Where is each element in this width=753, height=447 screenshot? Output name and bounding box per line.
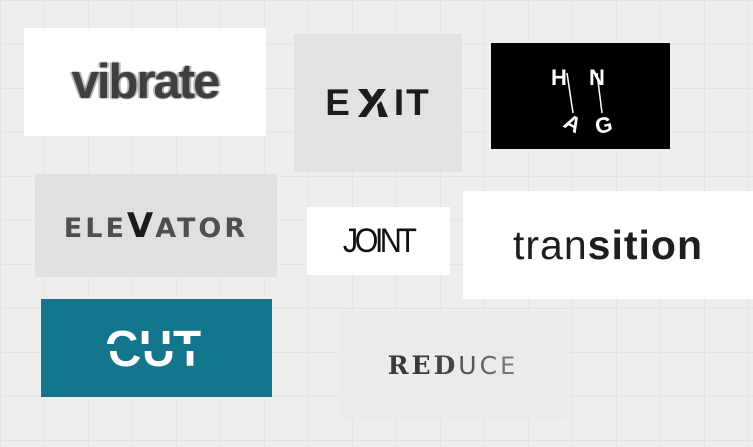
elevator-tile: ELE V ATOR (35, 174, 277, 277)
exit-broken-x-icon (357, 89, 388, 117)
cut-tile: C U T C U T (41, 299, 272, 397)
reduce-letter-e: E (411, 350, 434, 380)
hang-letter-g: G (593, 111, 615, 139)
reduce-letter-d: D (433, 350, 459, 380)
hang-letter-h: H (551, 65, 567, 90)
reduce-letter-c: C (479, 350, 501, 380)
vibrate-tile: vibrate (24, 28, 266, 136)
exit-letters-it: IT (393, 82, 431, 123)
transition-tile: transition (463, 191, 753, 299)
hang-letter-n: N (589, 65, 605, 90)
reduce-letter-r: R (387, 350, 412, 380)
hang-string-a (566, 72, 574, 114)
hang-tile: H N A G (491, 43, 670, 149)
hang-letter-a: A (560, 109, 586, 139)
reduce-letter-u: U (458, 350, 480, 380)
exit-word: E IT (325, 82, 431, 124)
elevator-v: V (126, 205, 156, 246)
elevator-word: ELE V ATOR (64, 206, 248, 246)
transition-light-part: tran (513, 221, 588, 268)
cut-art: C U T C U T (105, 321, 204, 376)
transition-word: transition (513, 222, 703, 269)
transition-bold-part: sition (587, 221, 703, 268)
joint-word: JOINT (343, 221, 417, 260)
joint-tile: JOINT (307, 207, 450, 275)
reduce-tile: R E D U C E (339, 311, 567, 419)
hang-art: H N A G (551, 65, 615, 139)
elevator-suffix: ATOR (155, 212, 249, 244)
exit-tile: E IT (294, 34, 462, 172)
reduce-letter-e2: E (500, 351, 519, 380)
vibrate-word: vibrate (71, 55, 221, 109)
exit-letter-e: E (325, 82, 352, 123)
elevator-prefix: ELE (63, 212, 127, 244)
reduce-word: R E D U C E (388, 351, 518, 380)
